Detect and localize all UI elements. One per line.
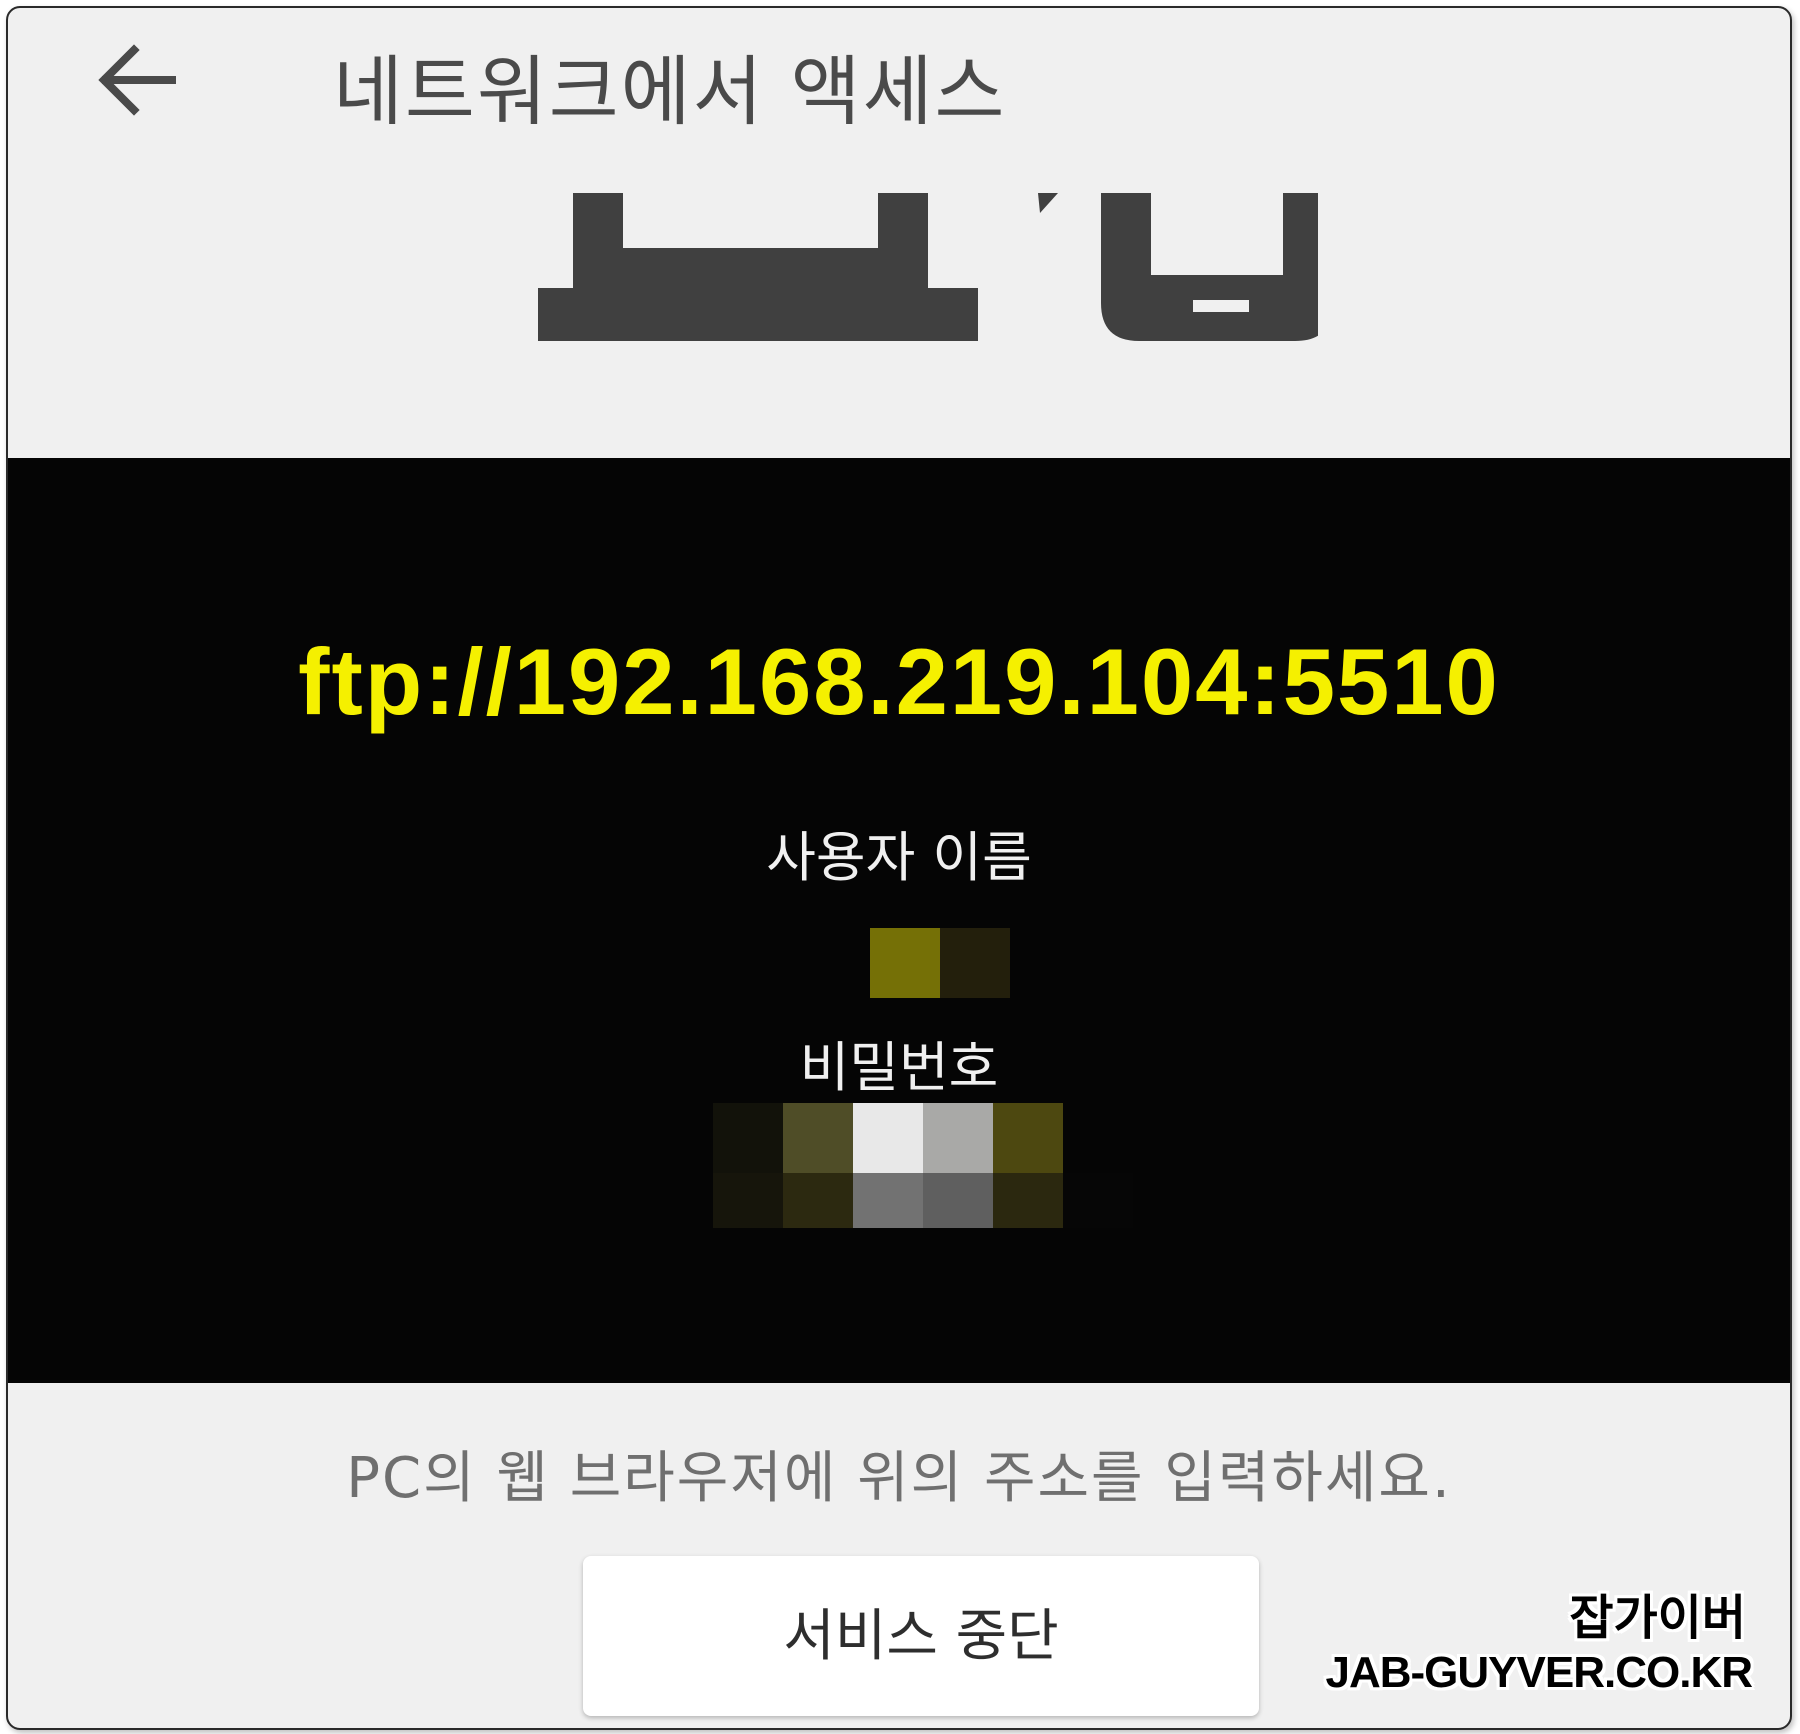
app-bar: 네트워크에서 액세스 — [8, 8, 1790, 158]
stop-service-button[interactable]: 서비스 중단 — [583, 1556, 1259, 1716]
password-label: 비밀번호 — [799, 1036, 999, 1099]
pc-and-phone-icon — [538, 193, 1318, 341]
watermark-korean: 잡가이버 — [1569, 1590, 1746, 1646]
watermark-url: JAB-GUYVER.CO.KR — [1325, 1648, 1753, 1697]
watermark: 잡가이버 JAB-GUYVER.CO.KR — [1326, 1578, 1753, 1698]
instruction-text: PC의 웹 브라우저에 위의 주소를 입력하세요. — [346, 1446, 1452, 1511]
username-value-redacted — [870, 928, 1010, 998]
ftp-address: ftp://192.168.219.104:5510 — [298, 629, 1500, 734]
back-button[interactable] — [88, 32, 184, 128]
connection-info-panel: ftp://192.168.219.104:5510 사용자 이름 비밀번호 — [8, 458, 1790, 1383]
username-label: 사용자 이름 — [766, 826, 1032, 889]
arrow-left-icon — [98, 44, 176, 116]
password-value-redacted — [713, 1103, 1133, 1228]
page-title: 네트워크에서 액세스 — [333, 47, 1007, 136]
app-screen: 네트워크에서 액세스 ftp://192.168.219.104:5510 사용… — [6, 6, 1792, 1730]
